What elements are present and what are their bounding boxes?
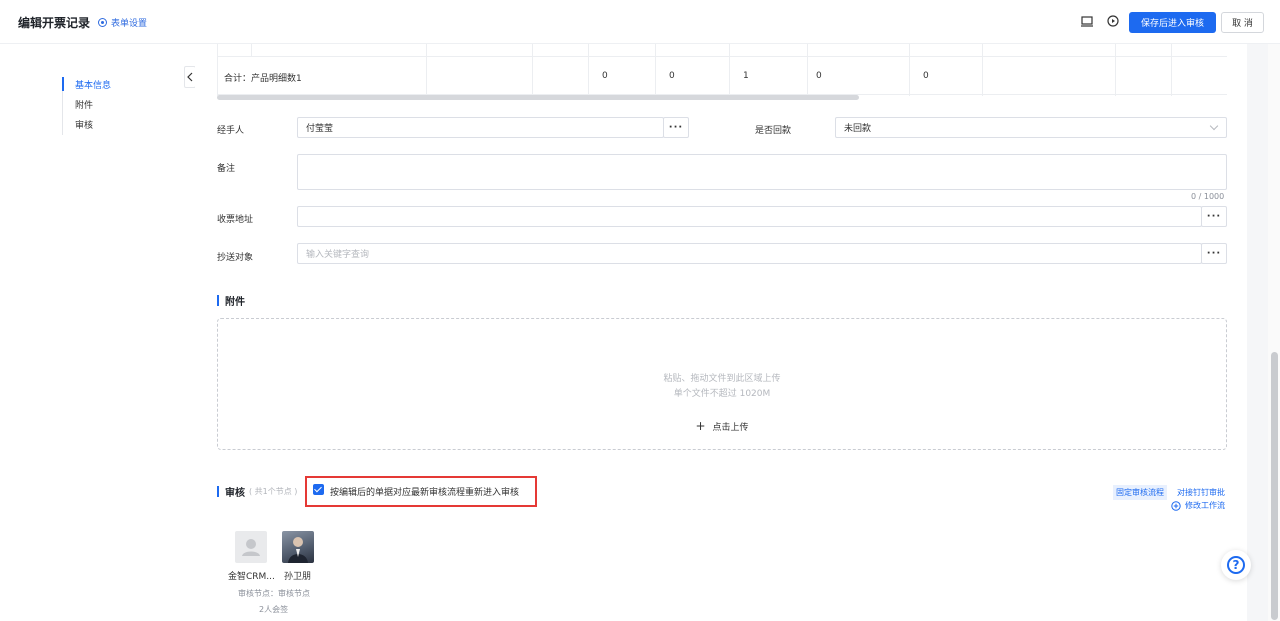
summary-value: 0 <box>816 71 822 81</box>
upload-size-limit: 单个文件不超过 1020M <box>673 389 771 399</box>
sidebar <box>0 44 195 621</box>
page-title: 编辑开票记录 <box>18 16 91 30</box>
table-col-divider <box>655 44 656 96</box>
address-label: 收票地址 <box>217 215 254 225</box>
chevron-left-icon <box>187 72 193 82</box>
anchor-item-review[interactable]: 审核 <box>75 118 93 131</box>
table-col-divider <box>217 44 218 96</box>
section-marker <box>217 486 219 497</box>
table-col-divider <box>588 44 589 96</box>
section-marker <box>217 295 219 306</box>
upload-dropzone[interactable]: 粘贴、拖动文件到此区域上传 单个文件不超过 1020M + 点击上传 <box>217 318 1227 450</box>
dingtalk-approval-link[interactable]: 对接钉钉审批 <box>1177 487 1225 498</box>
table-col-divider <box>807 44 808 96</box>
review-section-title: 审核 ( 共1个节点 ) <box>217 484 297 499</box>
anchor-item-attachment[interactable]: 附件 <box>75 98 93 111</box>
approver-name: 孙卫朋 <box>284 572 312 582</box>
anchor-active-indicator <box>62 77 64 91</box>
product-detail-table: 合计：产品明细数1 0 0 1 0 0 <box>217 44 1227 101</box>
user-photo-icon <box>288 537 308 563</box>
table-col-divider <box>1171 44 1172 96</box>
remark-label: 备注 <box>217 164 236 174</box>
plus-icon: + <box>695 419 706 433</box>
table-horizontal-scrollbar[interactable] <box>217 95 859 100</box>
help-icon: ? <box>1227 556 1245 574</box>
handler-input[interactable]: 付莹莹 <box>297 117 664 138</box>
plus-circle-icon <box>1171 500 1181 511</box>
approver-name: 金智CRM... <box>228 572 275 582</box>
address-input[interactable] <box>297 206 1202 227</box>
reenter-review-label: 按编辑后的单据对应最新审核流程重新进入审核 <box>330 488 520 498</box>
table-col-divider <box>532 44 533 96</box>
gear-icon <box>98 18 107 27</box>
vertical-scrollbar-thumb[interactable] <box>1271 352 1278 620</box>
cc-search-input[interactable]: 输入关键字查询 <box>297 243 1202 264</box>
handler-picker-button[interactable]: ··· <box>663 117 689 138</box>
click-upload-button[interactable]: + 点击上传 <box>218 419 1226 433</box>
fixed-flow-tag: 固定审核流程 <box>1113 485 1167 500</box>
table-col-divider <box>909 44 910 96</box>
summary-value: 0 <box>923 71 929 81</box>
review-node-info: 审核节点：审核节点 <box>238 589 310 598</box>
cc-picker-button[interactable]: ··· <box>1201 243 1227 264</box>
summary-label: 合计：产品明细数1 <box>224 74 302 84</box>
cancel-button[interactable]: 取 消 <box>1221 12 1264 33</box>
upload-hint: 粘贴、拖动文件到此区域上传 <box>663 374 781 384</box>
payment-label: 是否回款 <box>755 126 792 136</box>
table-col-divider <box>251 44 252 56</box>
play-circle-icon[interactable] <box>1106 14 1120 28</box>
form-settings-label: 表单设置 <box>111 19 148 29</box>
table-col-divider <box>729 44 730 96</box>
table-col-divider <box>982 44 983 96</box>
address-picker-button[interactable]: ··· <box>1201 206 1227 227</box>
monitor-icon[interactable] <box>1080 14 1094 28</box>
avatar <box>282 531 314 563</box>
avatar <box>235 531 267 563</box>
modify-workflow-link[interactable]: 修改工作流 <box>1171 500 1225 511</box>
attachment-title-text: 附件 <box>225 297 245 308</box>
review-title-text: 审核 <box>225 488 245 499</box>
table-col-divider <box>1115 44 1116 96</box>
form-settings-link[interactable]: 表单设置 <box>98 16 147 29</box>
summary-value: 0 <box>669 71 675 81</box>
attachment-section-title: 附件 <box>217 293 245 308</box>
top-bar: 编辑开票记录 表单设置 保存后进入审核 取 消 <box>0 0 1280 44</box>
remark-char-counter: 0 / 1000 <box>1191 192 1225 201</box>
summary-value: 1 <box>743 71 749 81</box>
anchor-item-basic-info[interactable]: 基本信息 <box>75 78 111 91</box>
user-placeholder-icon <box>242 539 260 556</box>
help-button[interactable]: ? <box>1221 550 1251 580</box>
table-col-divider <box>426 44 427 96</box>
handler-label: 经手人 <box>217 126 245 136</box>
reenter-review-checkbox[interactable] <box>313 484 324 495</box>
table-row-divider <box>217 56 1227 57</box>
payment-select[interactable]: 未回款 <box>835 117 1227 138</box>
summary-value: 0 <box>602 71 608 81</box>
modify-workflow-label: 修改工作流 <box>1185 501 1225 510</box>
countersign-mode: 2人会签 <box>259 605 289 614</box>
remark-textarea[interactable] <box>297 154 1227 190</box>
save-and-review-button[interactable]: 保存后进入审核 <box>1129 12 1216 33</box>
click-upload-label: 点击上传 <box>712 423 749 433</box>
review-node-count: ( 共1个节点 ) <box>249 487 298 496</box>
cc-label: 抄送对象 <box>217 253 254 263</box>
